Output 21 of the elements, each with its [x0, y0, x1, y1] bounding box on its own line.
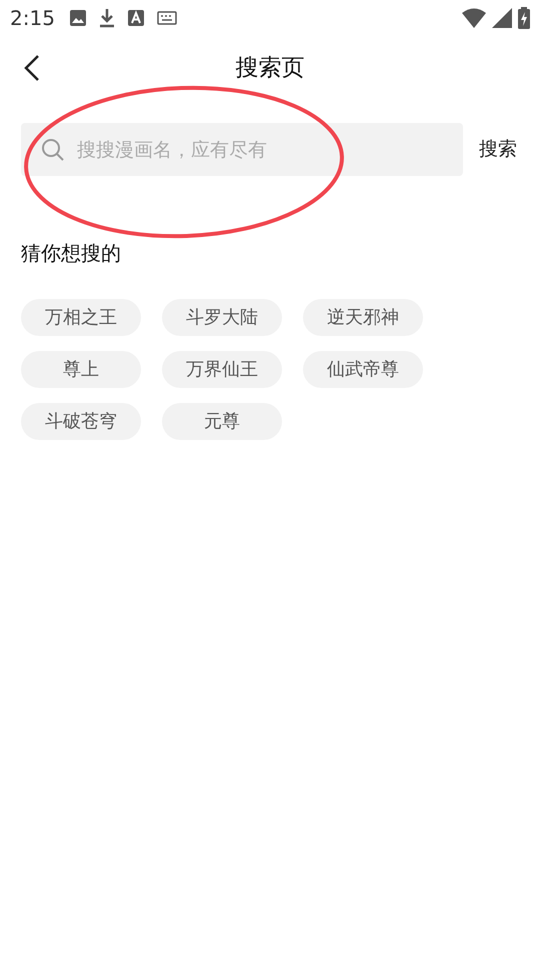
wifi-icon [462, 8, 486, 28]
section-heading: 猜你想搜的 [20, 240, 122, 267]
suggestion-tag[interactable]: 尊上 [21, 351, 141, 388]
suggestion-tag[interactable]: 斗破苍穹 [21, 403, 141, 440]
signal-icon [492, 8, 512, 28]
suggestion-tag[interactable]: 万相之王 [21, 299, 141, 336]
search-field[interactable]: 搜搜漫画名，应有尽有 [21, 123, 463, 176]
search-button[interactable]: 搜索 [477, 135, 519, 164]
download-icon [98, 8, 115, 28]
suggestion-tag[interactable]: 仙武帝尊 [303, 351, 423, 388]
font-icon [126, 9, 145, 27]
status-time: 2:15 [10, 5, 55, 32]
suggestion-tag[interactable]: 斗罗大陆 [162, 299, 282, 336]
keyboard-icon [156, 11, 177, 25]
image-icon [68, 9, 87, 27]
suggestion-tag[interactable]: 万界仙王 [162, 351, 282, 388]
page-title: 搜索页 [236, 54, 304, 83]
suggestion-tag[interactable]: 元尊 [162, 403, 282, 440]
suggestion-tag[interactable]: 逆天邪神 [303, 299, 423, 336]
search-icon [41, 138, 65, 162]
battery-icon [518, 7, 530, 29]
